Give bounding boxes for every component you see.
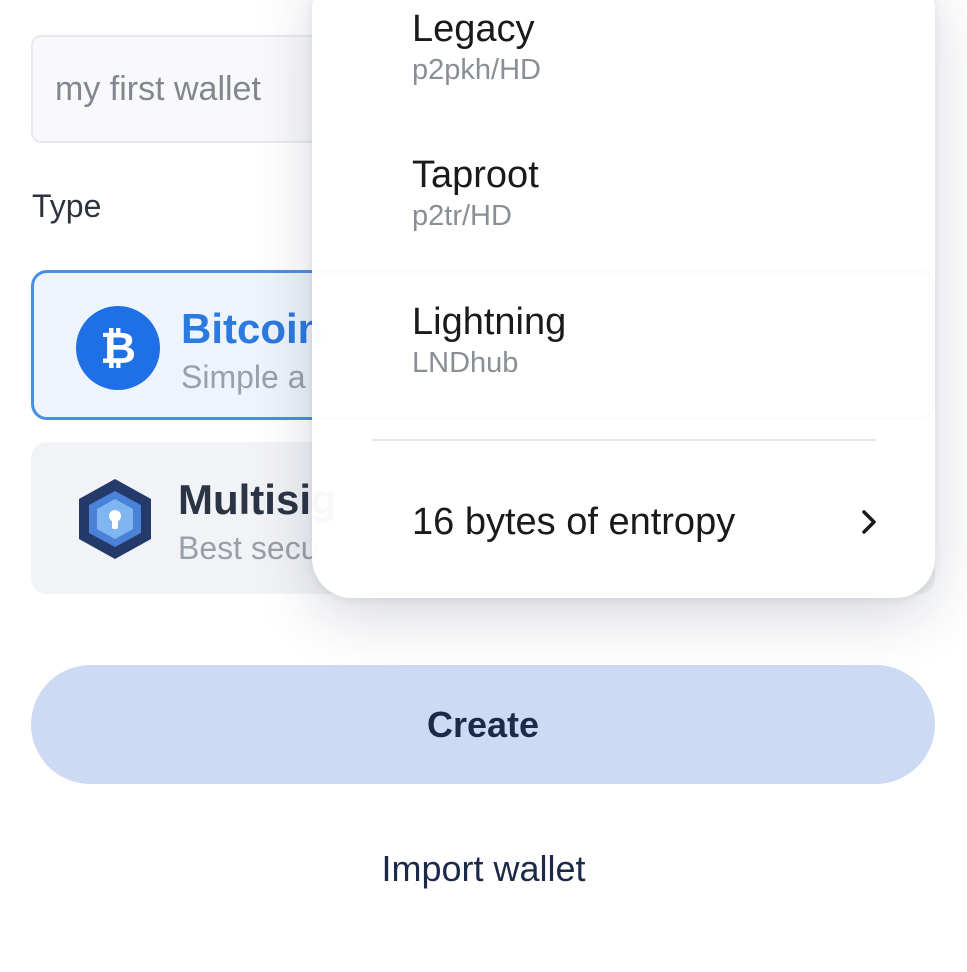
menu-item-subtitle: LNDhub (412, 347, 519, 379)
menu-item-subtitle: p2tr/HD (412, 200, 512, 232)
bitcoin-icon: ₿ (76, 306, 160, 390)
create-button[interactable]: Create (31, 665, 935, 784)
menu-item-title: 16 bytes of entropy (412, 500, 736, 543)
vault-icon (73, 477, 157, 561)
menu-item-subtitle: p2pkh/HD (412, 54, 541, 86)
menu-item-legacy[interactable]: Legacy p2pkh/HD (412, 6, 892, 88)
wallet-type-menu: Legacy p2pkh/HD Taproot p2tr/HD Lightnin… (312, 0, 935, 598)
card-subtitle: Simple a (181, 359, 306, 395)
menu-item-taproot[interactable]: Taproot p2tr/HD (412, 152, 892, 234)
menu-item-title: Legacy (412, 8, 535, 50)
menu-divider (372, 439, 876, 441)
menu-item-lightning[interactable]: Lightning LNDhub (412, 299, 892, 381)
chevron-right-icon (856, 507, 882, 537)
svg-text:₿: ₿ (100, 323, 136, 374)
menu-item-title: Taproot (412, 154, 539, 196)
add-wallet-screen: Type ₿ Bitcoin Simple a Multisig Best se… (0, 0, 967, 972)
card-subtitle: Best secu (178, 530, 319, 566)
type-label: Type (32, 188, 102, 224)
menu-item-entropy[interactable]: 16 bytes of entropy (412, 494, 882, 550)
card-title: Bitcoin (181, 305, 324, 352)
import-wallet-link[interactable]: Import wallet (0, 848, 967, 890)
menu-item-title: Lightning (412, 301, 567, 343)
